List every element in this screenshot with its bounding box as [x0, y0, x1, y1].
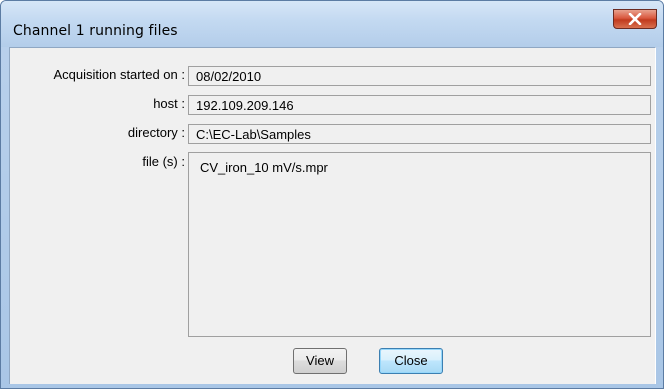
- acquisition-date-field[interactable]: 08/02/2010: [188, 66, 651, 86]
- window-close-button[interactable]: [613, 9, 657, 29]
- directory-label: directory :: [127, 125, 185, 140]
- dialog-window: Channel 1 running files Acquisition star…: [0, 0, 664, 389]
- list-item[interactable]: CV_iron_10 mV/s.mpr: [200, 160, 639, 175]
- close-icon: [628, 13, 642, 25]
- dialog-body: Acquisition started on : 08/02/2010 host…: [9, 47, 656, 384]
- host-field[interactable]: 192.109.209.146: [188, 95, 651, 115]
- acquisition-label: Acquisition started on :: [53, 67, 185, 82]
- title-bar[interactable]: Channel 1 running files: [1, 1, 663, 47]
- close-button[interactable]: Close: [379, 348, 443, 374]
- view-button[interactable]: View: [293, 348, 347, 374]
- window-title: Channel 1 running files: [13, 23, 178, 39]
- files-label: file (s) :: [142, 154, 185, 169]
- host-label: host :: [153, 96, 185, 111]
- files-list[interactable]: CV_iron_10 mV/s.mpr: [188, 152, 651, 337]
- directory-field[interactable]: C:\EC-Lab\Samples: [188, 124, 651, 144]
